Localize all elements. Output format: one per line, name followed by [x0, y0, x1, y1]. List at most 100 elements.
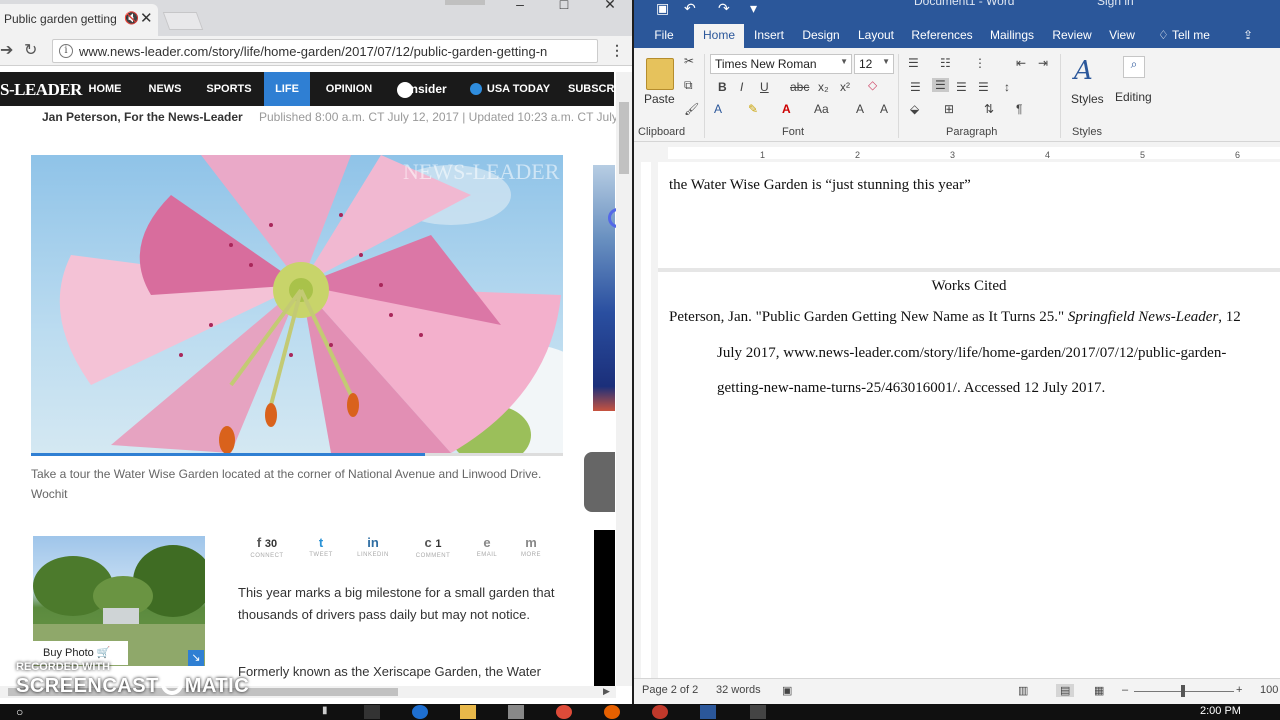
grow-font-icon[interactable]: A [856, 102, 864, 116]
web-layout-icon[interactable]: ▦ [1094, 684, 1104, 697]
align-center-icon[interactable]: ☰ [932, 78, 949, 92]
chrome-icon[interactable] [556, 705, 572, 719]
bullets-icon[interactable]: ☰ [908, 56, 919, 70]
search-icon[interactable]: ○ [16, 705, 32, 719]
zoom-out-icon[interactable]: – [1122, 684, 1128, 696]
nav-news[interactable]: NEWS [140, 72, 190, 106]
side-ad[interactable] [593, 165, 615, 411]
tab-insert[interactable]: Insert [748, 24, 790, 48]
vertical-ruler[interactable] [634, 162, 658, 678]
nav-life[interactable]: LIFE [264, 72, 310, 106]
horizontal-ruler[interactable]: 1 2 3 4 5 6 [634, 142, 1280, 162]
cut-icon[interactable]: ✂ [684, 54, 694, 68]
paste-icon[interactable] [646, 58, 674, 90]
numbering-icon[interactable]: ☷ [940, 56, 951, 70]
superscript-icon[interactable]: x² [840, 80, 850, 94]
align-right-icon[interactable]: ☰ [956, 80, 967, 94]
show-marks-icon[interactable]: ¶ [1016, 102, 1022, 116]
menu-dots-icon[interactable]: ⋮ [610, 42, 624, 59]
screencast-app-icon[interactable] [652, 705, 668, 719]
nav-opinion[interactable]: OPINION [316, 72, 382, 106]
tab-home[interactable]: Home [694, 24, 744, 48]
save-icon[interactable]: ▣ [656, 0, 669, 17]
font-size-select[interactable]: 12 ▼ [854, 54, 894, 74]
clock[interactable]: 2:00 PM [1200, 705, 1241, 717]
zoom-slider-thumb[interactable] [1181, 685, 1185, 697]
nav-usa-today[interactable]: USA TODAY [462, 72, 558, 106]
tab-close-icon[interactable]: ✕ [140, 9, 153, 27]
sort-icon[interactable]: ⇅ [984, 102, 994, 116]
mute-icon[interactable]: 🔇 [124, 11, 139, 25]
scrollbar-thumb[interactable] [619, 102, 629, 174]
change-case-icon[interactable]: Aa [814, 102, 829, 116]
decrease-indent-icon[interactable]: ⇤ [1016, 56, 1026, 70]
format-painter-icon[interactable]: 🖌 [684, 102, 699, 116]
copy-icon[interactable]: ⧉ [684, 78, 693, 93]
tab-design[interactable]: Design [798, 24, 844, 48]
vertical-scrollbar[interactable] [616, 72, 632, 686]
tab-layout[interactable]: Layout [852, 24, 900, 48]
editing-button[interactable]: Editing [1115, 90, 1152, 104]
close-window-icon[interactable]: ✕ [590, 0, 630, 20]
tab-references[interactable]: References [910, 24, 974, 48]
clear-formatting-icon[interactable]: ◇ [868, 78, 877, 92]
word-app-icon[interactable] [700, 705, 716, 719]
sign-in-link[interactable]: Sign in [1097, 0, 1134, 8]
bold-icon[interactable]: B [718, 80, 727, 94]
site-logo[interactable]: S-LEADER [0, 80, 82, 100]
align-left-icon[interactable]: ☰ [910, 80, 921, 94]
back-arrow-icon[interactable]: ➔ [0, 40, 13, 60]
reload-icon[interactable]: ↻ [24, 40, 37, 60]
subscript-icon[interactable]: x₂ [818, 80, 829, 94]
styles-icon[interactable]: A [1074, 56, 1093, 86]
new-tab-button[interactable] [162, 12, 204, 30]
minimize-icon[interactable]: – [500, 0, 540, 20]
share-icon[interactable]: ⇪ [1238, 24, 1258, 48]
multilevel-list-icon[interactable]: ⋮ [974, 56, 986, 70]
url-input[interactable]: i www.news-leader.com/story/life/home-ga… [52, 39, 598, 63]
tab-review[interactable]: Review [1048, 24, 1096, 48]
text-effects-icon[interactable]: A [714, 102, 722, 116]
browser-tab[interactable]: Public garden getting 🔇 ✕ [0, 4, 158, 36]
nav-home[interactable]: HOME [80, 72, 130, 106]
share-twitter[interactable]: t TWEET [298, 536, 344, 564]
share-more[interactable]: m MORE [508, 536, 554, 564]
firefox-icon[interactable] [604, 705, 620, 719]
video-progress-bar[interactable] [31, 453, 563, 456]
side-ad-black[interactable] [594, 530, 615, 686]
tab-tell-me[interactable]: ♢ Tell me [1152, 24, 1216, 48]
borders-icon[interactable]: ⊞ [944, 102, 954, 116]
maximize-icon[interactable]: □ [544, 0, 584, 20]
italic-icon[interactable]: I [740, 80, 743, 94]
increase-indent-icon[interactable]: ⇥ [1038, 56, 1048, 70]
edge-icon[interactable] [412, 705, 428, 719]
redo-icon[interactable]: ↷ [718, 0, 730, 17]
side-ad-secondary[interactable] [584, 452, 615, 512]
tab-mailings[interactable]: Mailings [984, 24, 1040, 48]
share-linkedin[interactable]: in LINKEDIN [350, 536, 396, 564]
line-spacing-icon[interactable]: ↕ [1004, 80, 1010, 94]
strikethrough-icon[interactable]: abc [790, 80, 809, 94]
share-email[interactable]: e EMAIL [464, 536, 510, 564]
article-photo[interactable]: NEWS-LEADER [31, 155, 563, 453]
underline-icon[interactable]: U [760, 80, 769, 94]
app-icon[interactable] [750, 705, 766, 719]
page-count[interactable]: Page 2 of 2 [642, 684, 698, 696]
microphone-icon[interactable]: ▮ [322, 705, 338, 719]
justify-icon[interactable]: ☰ [978, 80, 989, 94]
info-icon[interactable]: i [59, 44, 73, 58]
word-count[interactable]: 32 words [716, 684, 761, 696]
shrink-font-icon[interactable]: A [880, 102, 888, 116]
find-icon[interactable]: ⌕ [1123, 56, 1145, 78]
read-mode-icon[interactable]: ▥ [1018, 684, 1028, 697]
store-icon[interactable] [508, 705, 524, 719]
nav-sports[interactable]: SPORTS [200, 72, 258, 106]
proofing-icon[interactable]: ▣ [782, 684, 792, 697]
tab-view[interactable]: View [1106, 24, 1138, 48]
task-view-icon[interactable] [364, 705, 380, 719]
undo-icon[interactable]: ↶ [684, 0, 696, 17]
nav-insider[interactable]: insider [390, 72, 454, 106]
font-name-select[interactable]: Times New Roman ▼ [710, 54, 852, 74]
customize-qat-icon[interactable]: ▾ [750, 0, 757, 17]
highlight-icon[interactable]: ✎ [748, 102, 758, 116]
